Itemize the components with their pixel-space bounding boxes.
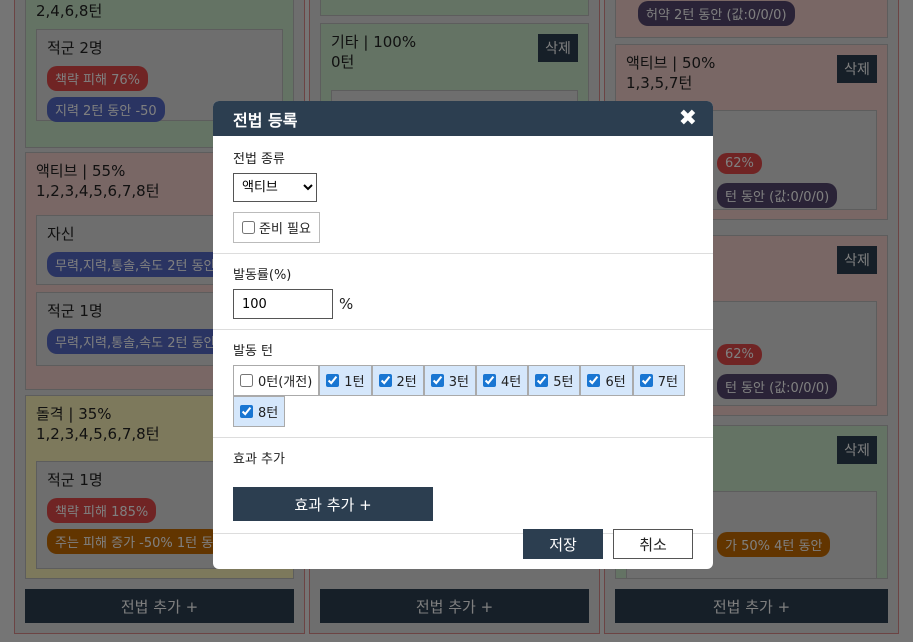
- ready-required-check[interactable]: [242, 221, 255, 234]
- modal-header: 전법 등록 ✖: [213, 101, 713, 136]
- turn-label: 6턴: [605, 375, 626, 390]
- turn-checkbox[interactable]: 6턴: [580, 365, 633, 396]
- turn-check[interactable]: [240, 405, 253, 418]
- turn-checkbox[interactable]: 3턴: [423, 365, 476, 396]
- turn-label: 2턴: [396, 375, 417, 390]
- rate-input[interactable]: [233, 289, 333, 319]
- turn-check[interactable]: [430, 374, 444, 387]
- turn-label: 3턴: [448, 375, 469, 390]
- close-icon[interactable]: ✖: [679, 107, 697, 130]
- turn-label: 5턴: [553, 375, 574, 390]
- modal-title: 전법 등록: [233, 110, 298, 130]
- ready-required-checkbox[interactable]: 준비 필요: [233, 212, 320, 243]
- rate-unit: %: [339, 295, 354, 313]
- turn-checkbox[interactable]: 4턴: [476, 365, 529, 396]
- type-section: 전법 종류 액티브 준비 필요: [213, 136, 713, 254]
- rate-label: 발동률(%): [233, 268, 292, 283]
- type-label: 전법 종류: [233, 152, 285, 167]
- turn-check[interactable]: [639, 374, 653, 387]
- turn-check[interactable]: [535, 374, 549, 387]
- turn-check[interactable]: [326, 374, 340, 387]
- turn-label: 1턴: [344, 375, 365, 390]
- cancel-button[interactable]: 취소: [613, 529, 693, 559]
- turn-check[interactable]: [378, 374, 392, 387]
- turn-checkbox[interactable]: 0턴(개전): [233, 365, 320, 396]
- turn-label: 7턴: [657, 375, 678, 390]
- turn-checkbox[interactable]: 8턴: [233, 396, 286, 427]
- turn-label: 8턴: [258, 406, 279, 421]
- tactic-register-dialog: 전법 등록 ✖ 전법 종류 액티브 준비 필요 발동률(%) % 발동 턴 0턴…: [213, 101, 713, 569]
- save-button[interactable]: 저장: [523, 529, 603, 559]
- turns-label: 발동 턴: [233, 344, 274, 359]
- turn-check[interactable]: [587, 374, 601, 387]
- tactic-type-select[interactable]: 액티브: [233, 173, 317, 202]
- modal-footer: 저장 취소: [213, 519, 713, 569]
- ready-required-label: 준비 필요: [259, 222, 311, 237]
- turn-checkbox[interactable]: 2턴: [371, 365, 424, 396]
- turn-label: 4턴: [501, 375, 522, 390]
- turns-section: 발동 턴 0턴(개전) 1턴 2턴 3턴 4턴 5턴 6턴 7턴 8턴: [213, 330, 713, 438]
- turn-checkbox[interactable]: 1턴: [319, 365, 372, 396]
- effect-label: 효과 추가: [233, 452, 285, 467]
- turn-check[interactable]: [483, 374, 496, 387]
- add-effect-button[interactable]: 효과 추가 +: [233, 487, 433, 521]
- turn-checkbox-group: 0턴(개전) 1턴 2턴 3턴 4턴 5턴 6턴 7턴 8턴: [233, 365, 693, 427]
- turn-checkbox[interactable]: 5턴: [528, 365, 581, 396]
- turn-check[interactable]: [240, 374, 253, 387]
- turn-label: 0턴(개전): [258, 375, 313, 390]
- turn-checkbox[interactable]: 7턴: [632, 365, 685, 396]
- rate-section: 발동률(%) %: [213, 254, 713, 330]
